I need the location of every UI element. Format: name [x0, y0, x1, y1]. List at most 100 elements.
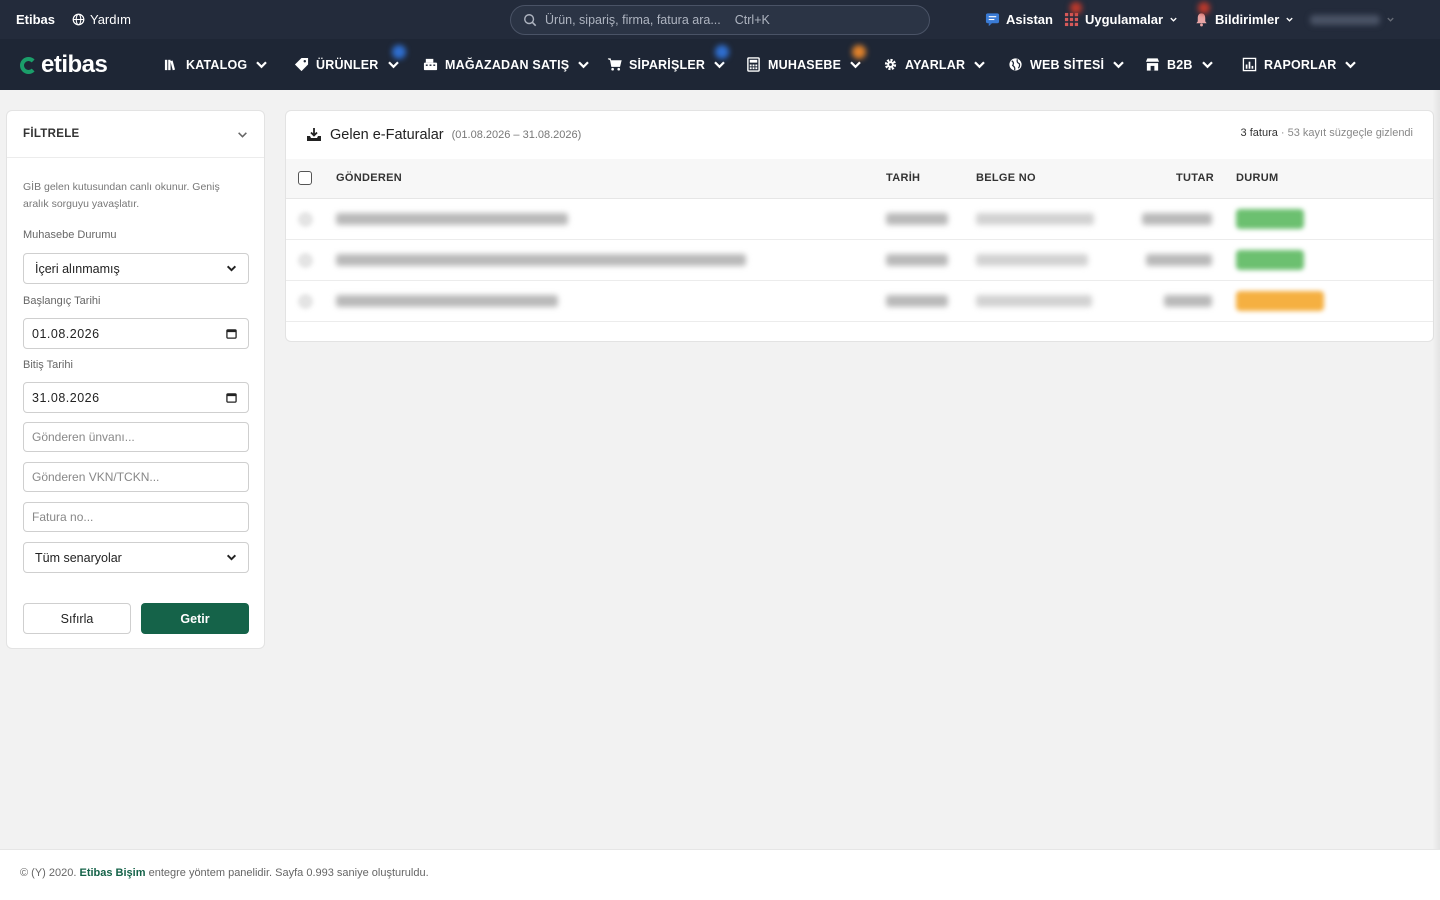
nav-catalog-label: KATALOG: [186, 57, 248, 72]
global-search-input[interactable]: Ürün, sipariş, firma, fatura ara... Ctrl…: [510, 5, 930, 35]
reset-button[interactable]: Sıfırla: [23, 603, 131, 634]
chevron-down-icon: [850, 61, 861, 69]
books-icon: [164, 59, 176, 71]
sender-vkn-placeholder: Gönderen VKN/TCKN...: [32, 470, 160, 484]
calendar-icon[interactable]: [226, 328, 237, 339]
help-label: Yardım: [90, 12, 131, 27]
nav-b2b[interactable]: B2B: [1145, 39, 1215, 90]
footer-company-link[interactable]: Etibas Bişim: [79, 867, 145, 879]
top-bar: Etibas Yardım Ürün, sipariş, firma, fatu…: [0, 0, 1440, 39]
invoice-number-input[interactable]: Fatura no...: [23, 502, 249, 532]
cash-register-icon: [423, 58, 438, 71]
table-row[interactable]: [286, 281, 1433, 322]
logo-text: etibas: [41, 51, 108, 78]
sender-title-input[interactable]: Gönderen ünvanı...: [23, 422, 249, 452]
row-amount-redacted: [1164, 295, 1212, 307]
table-header: GÖNDEREN TARİH BELGE NO TUTAR DURUM: [286, 159, 1433, 199]
chevron-down-icon: [1170, 17, 1177, 22]
table-row[interactable]: [286, 240, 1433, 281]
status-label: Muhasebe Durumu: [23, 229, 117, 241]
end-date-label: Bitiş Tarihi: [23, 359, 73, 371]
column-document-no[interactable]: BELGE NO: [976, 172, 1036, 184]
apps-menu-button[interactable]: Uygulamalar: [1064, 0, 1178, 39]
chevron-down-icon: [1345, 61, 1357, 69]
brand-link[interactable]: Etibas: [16, 12, 55, 27]
chevron-down-icon: [238, 131, 247, 138]
sender-vkn-input[interactable]: Gönderen VKN/TCKN...: [23, 462, 249, 492]
chevron-down-icon: [1201, 61, 1213, 69]
filter-panel: FİLTRELE GİB gelen kutusundan canlı okun…: [6, 110, 265, 649]
nav-products[interactable]: ÜRÜNLER: [294, 39, 406, 90]
search-placeholder: Ürün, sipariş, firma, fatura ara...: [545, 13, 721, 27]
column-sender[interactable]: GÖNDEREN: [336, 172, 402, 184]
calculator-icon: [747, 57, 760, 72]
chevron-down-icon: [578, 61, 590, 69]
row-checkbox[interactable]: [298, 294, 313, 309]
end-date-input[interactable]: 31.08.2026: [23, 382, 249, 413]
nav-store-sales-label: MAĞAZADAN SATIŞ: [445, 57, 570, 72]
footer-text: entegre yöntem panelidir. Sayfa 0.993 sa…: [148, 867, 429, 879]
nav-reports-label: RAPORLAR: [1264, 57, 1337, 72]
assistant-button[interactable]: Asistan: [985, 0, 1053, 39]
row-amount-redacted: [1142, 213, 1212, 225]
table-row[interactable]: [286, 199, 1433, 240]
row-checkbox[interactable]: [298, 212, 313, 227]
row-sender-redacted: [336, 254, 746, 266]
nav-accounting[interactable]: MUHASEBE: [746, 39, 866, 90]
chart-icon: [1242, 57, 1257, 72]
scenario-value: Tüm senaryolar: [35, 550, 122, 565]
start-date-label: Başlangıç Tarihi: [23, 295, 101, 307]
row-checkbox[interactable]: [298, 253, 313, 268]
column-status[interactable]: DURUM: [1236, 172, 1278, 184]
nav-catalog[interactable]: KATALOG: [164, 39, 269, 90]
scroll-shadow: [1432, 90, 1440, 900]
fetch-button[interactable]: Getir: [141, 603, 249, 634]
bell-icon: [1196, 13, 1207, 27]
filter-note: GİB gelen kutusundan canlı okunur. Geniş…: [23, 181, 220, 210]
status-badge: [1236, 291, 1324, 311]
chevron-down-icon: [1387, 17, 1394, 22]
nav-settings[interactable]: AYARLAR: [883, 39, 987, 90]
start-date-value: 01.08.2026: [32, 326, 100, 341]
tag-icon: [294, 57, 309, 72]
column-amount[interactable]: TUTAR: [1176, 172, 1214, 184]
filter-title: FİLTRELE: [23, 128, 80, 140]
chevron-down-icon: [1113, 61, 1125, 69]
chevron-down-icon: [1286, 17, 1293, 22]
chevron-down-icon: [226, 265, 237, 272]
invoice-number-placeholder: Fatura no...: [32, 510, 94, 524]
accounting-status-select[interactable]: İçeri alınmamış: [23, 253, 249, 284]
nav-orders-label: SİPARİŞLER: [629, 57, 706, 72]
row-sender-redacted: [336, 213, 568, 225]
nav-store-sales[interactable]: MAĞAZADAN SATIŞ: [423, 39, 591, 90]
help-link[interactable]: Yardım: [72, 12, 131, 27]
calendar-icon[interactable]: [226, 392, 237, 403]
select-all-checkbox[interactable]: [298, 171, 312, 185]
sender-title-placeholder: Gönderen ünvanı...: [32, 430, 135, 444]
nav-orders[interactable]: SİPARİŞLER: [607, 39, 729, 90]
user-name-redacted: [1310, 14, 1380, 25]
apps-label: Uygulamalar: [1085, 12, 1164, 27]
row-sender-redacted: [336, 295, 558, 307]
notifications-button[interactable]: Bildirimler: [1194, 0, 1294, 39]
invoice-count: 3 fatura: [1240, 127, 1278, 139]
chevron-down-icon: [256, 61, 268, 69]
logo[interactable]: etibas: [20, 51, 108, 79]
nav-website[interactable]: WEB SİTESİ: [1008, 39, 1126, 90]
cart-icon: [607, 58, 622, 71]
user-menu-button[interactable]: [1310, 0, 1420, 39]
scenario-select[interactable]: Tüm senaryolar: [23, 542, 249, 573]
assistant-label: Asistan: [1006, 12, 1053, 27]
column-date[interactable]: TARİH: [886, 172, 920, 184]
row-date-redacted: [886, 254, 948, 266]
gear-icon: [884, 58, 897, 71]
row-date-redacted: [886, 213, 948, 225]
nav-reports[interactable]: RAPORLAR: [1242, 39, 1358, 90]
nav-settings-label: AYARLAR: [905, 57, 966, 72]
card-title-text: Gelen e-Faturalar: [330, 127, 444, 143]
nav-products-label: ÜRÜNLER: [316, 57, 379, 72]
start-date-input[interactable]: 01.08.2026: [23, 318, 249, 349]
notifications-label: Bildirimler: [1215, 12, 1280, 27]
nav-orders-badge: [715, 45, 729, 59]
filter-header[interactable]: FİLTRELE: [7, 111, 264, 158]
